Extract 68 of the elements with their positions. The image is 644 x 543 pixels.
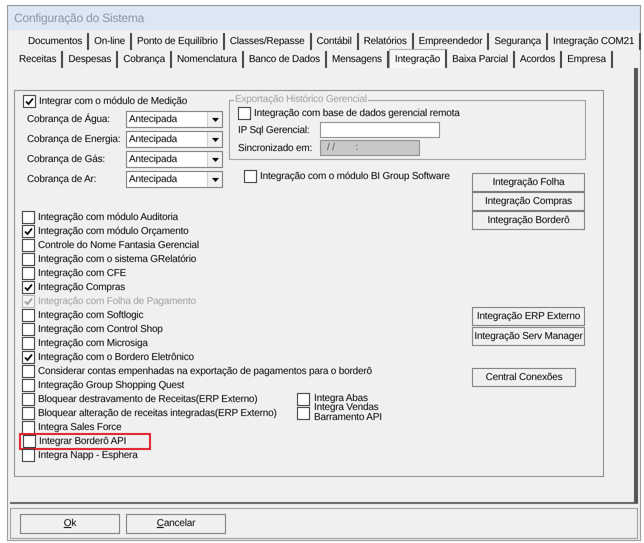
button[interactable]: Central Conexões [472, 368, 576, 387]
checkbox[interactable] [22, 420, 35, 434]
dropdown[interactable]: Antecipada [126, 131, 223, 148]
checkbox[interactable] [22, 392, 35, 406]
button[interactable]: Integração Serv Manager [472, 327, 585, 346]
checkbox-label: Integra Napp - Esphera [38, 448, 138, 462]
checkbox[interactable] [244, 170, 257, 183]
checkbox-label: Integração com Folha de Pagamento [38, 294, 196, 308]
checkbox-label: Integração com base de dados gerencial remota [254, 106, 460, 120]
checkbox-label: Integração com módulo Auditoria [38, 210, 178, 224]
checkbox[interactable] [297, 406, 310, 420]
dropdown[interactable]: Antecipada [126, 111, 223, 128]
checkbox-label: Integração Group Shopping Quest [38, 378, 184, 392]
button[interactable]: Integração Compras [472, 192, 585, 211]
checkbox-label: Integração com o Bordero Eletrônico [38, 350, 194, 364]
checkbox-label: Considerar contas empenhadas na exportação de pagamentos para o borderô [38, 364, 372, 378]
checkbox-label: Integração com o módulo BI Group Software [260, 170, 450, 183]
checkbox[interactable] [297, 392, 310, 406]
checkbox-label: Integração com Softlogic [38, 308, 144, 322]
button[interactable]: Integração ERP Externo [472, 307, 585, 326]
field-label: IP Sql Gerencial: [238, 124, 310, 138]
checkbox[interactable] [22, 238, 35, 252]
button[interactable]: Ok [20, 514, 120, 534]
checkbox[interactable] [22, 322, 35, 336]
checkbox-label: Controle do Nome Fantasia Gerencial [38, 238, 199, 252]
date-input-field[interactable]: / / : [320, 140, 420, 156]
button[interactable]: Cancelar [126, 514, 226, 534]
button[interactable]: Integração Borderô [472, 211, 585, 230]
dropdown[interactable]: Antecipada [126, 171, 223, 188]
field-label: Cobrança de Energia: [27, 133, 122, 147]
checkbox[interactable] [22, 266, 35, 280]
button[interactable]: Integração Folha [472, 173, 585, 192]
checkbox-label: Integração com Control Shop [38, 322, 163, 336]
checkbox-label: Integrar com o módulo de Medição [39, 94, 188, 108]
field-label: Cobrança de Ar: [27, 173, 98, 187]
checkbox-label: Integração com módulo Orçamento [38, 224, 189, 238]
checkbox[interactable] [22, 280, 35, 294]
checkbox-label: Bloquear destravamento de Receitas(ERP Externo) [38, 392, 258, 406]
checkbox[interactable] [22, 252, 35, 266]
group-legend: Exportação Histórico Gerencial [234, 94, 368, 106]
checkbox-label: Integrar Borderô API [39, 434, 126, 448]
checkbox-label: Integração com CFE [38, 266, 126, 280]
field-label: Sincronizado em: [238, 142, 314, 156]
checkbox[interactable] [22, 210, 35, 224]
checkbox[interactable] [23, 434, 36, 448]
dropdown[interactable]: Antecipada [126, 151, 223, 168]
checkbox[interactable] [22, 364, 35, 378]
checkbox[interactable] [22, 406, 35, 420]
checkbox[interactable] [22, 350, 35, 364]
checkbox-label: Integra Sales Force [38, 420, 122, 434]
field-label: Cobrança de Gás: [27, 153, 106, 167]
checkbox-label: Integra Vendas Barramento API [314, 403, 383, 423]
checkbox[interactable] [22, 336, 35, 350]
checkbox[interactable] [22, 448, 35, 462]
checkbox-label: Bloquear alteração de receitas integradas(ERP Externo) [38, 406, 277, 420]
checkbox-label: Integra Abas [314, 394, 368, 404]
checkbox-label: Integração com o sistema GRelatório [38, 252, 196, 266]
field-label: Cobrança de Água: [27, 112, 111, 127]
ip-input-field[interactable] [320, 122, 440, 138]
checkbox[interactable] [238, 106, 251, 120]
checkbox[interactable] [23, 94, 36, 108]
tab[interactable]: Integração [388, 49, 448, 68]
checkbox-label: Integração com Microsiga [38, 336, 148, 350]
checkbox[interactable] [22, 308, 35, 322]
checkbox[interactable] [22, 224, 35, 238]
checkbox-label: Integração Compras [38, 280, 126, 294]
checkbox[interactable] [22, 378, 35, 392]
window-title: Configuração do Sistema [14, 10, 144, 27]
